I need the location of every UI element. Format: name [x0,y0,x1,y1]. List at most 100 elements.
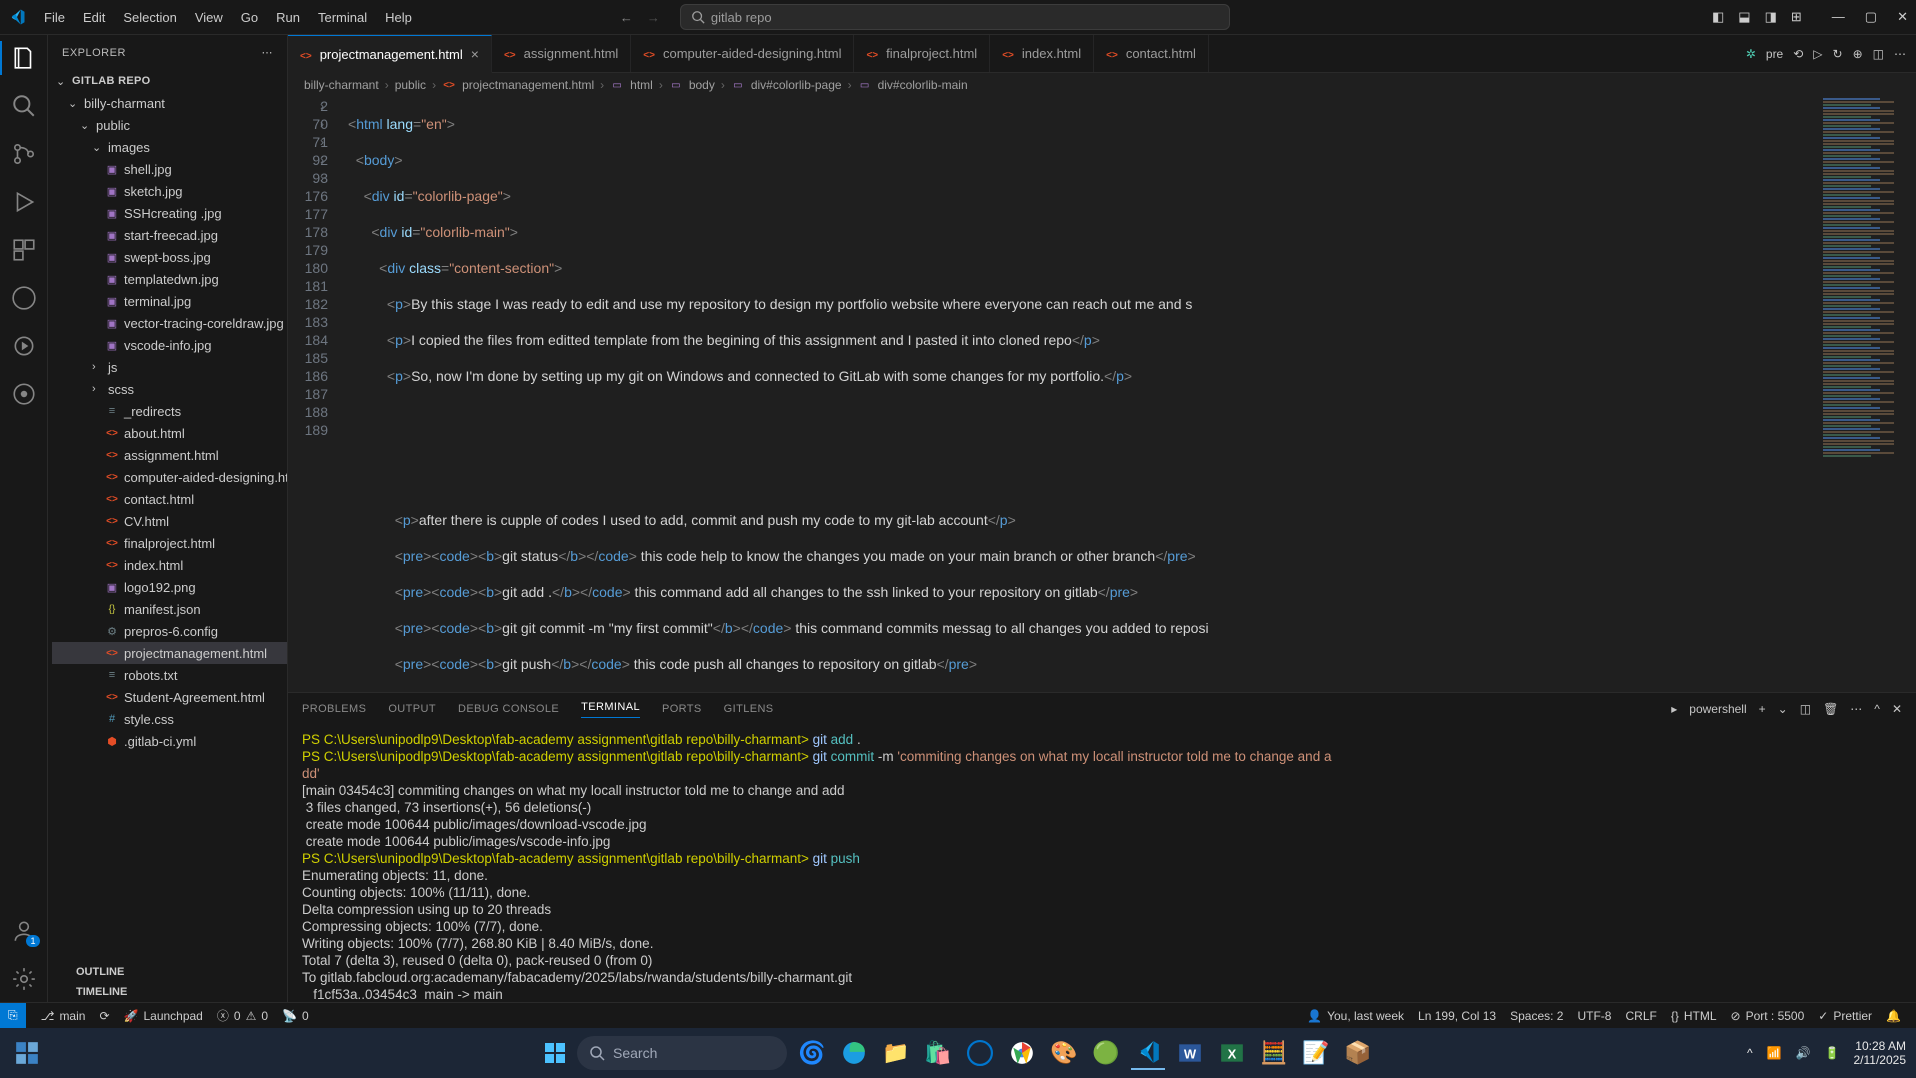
run-label[interactable]: pre [1766,47,1783,61]
code-editor[interactable]: 2 70 71 92 93 176 177 178 179 180 181 18… [288,97,1916,692]
tree-file-.gitlab-ci.yml[interactable]: .gitlab-ci.yml [52,730,287,752]
layout-sidebar-left-icon[interactable]: ◧ [1712,9,1724,25]
file-explorer-icon[interactable]: 📁 [879,1036,913,1070]
customize-layout-icon[interactable]: ⊞ [1791,9,1802,25]
activity-explorer-icon[interactable] [11,45,37,71]
copilot-icon[interactable]: 🌀 [795,1036,829,1070]
breadcrumb-item[interactable]: body [689,78,715,92]
app-icon-4[interactable]: 📦 [1341,1036,1375,1070]
status-encoding[interactable]: UTF-8 [1570,1009,1618,1023]
menu-file[interactable]: File [36,6,73,29]
store-icon[interactable]: 🛍️ [921,1036,955,1070]
nav-forward-icon[interactable]: → [647,10,660,25]
chrome-icon[interactable] [1005,1036,1039,1070]
breadcrumb-item[interactable]: public [395,78,426,92]
panel-terminal[interactable]: TERMINAL [581,701,640,718]
status-branch[interactable]: ⎇main [34,1009,93,1023]
run-current-icon[interactable]: ▷ [1813,47,1822,61]
breadcrumb-item[interactable]: div#colorlib-page [751,78,842,92]
tree-file-contact.html[interactable]: contact.html [52,488,287,510]
window-maximize-icon[interactable]: ▢ [1865,9,1877,25]
tree-file-projectmanagement.html[interactable]: projectmanagement.html [52,642,287,664]
terminal-more-icon[interactable]: ⋯ [1850,702,1862,716]
explorer-more-icon[interactable]: ⋯ [262,46,274,59]
dell-icon[interactable] [963,1036,997,1070]
tree-file-style.css[interactable]: style.css [52,708,287,730]
activity-live-server-icon[interactable] [11,333,37,359]
remote-indicator[interactable]: ⎘ [0,1003,26,1029]
panel-gitlens[interactable]: GITLENS [724,703,774,715]
excel-icon[interactable]: X [1215,1036,1249,1070]
tree-file-image[interactable]: templatedwn.jpg [52,268,287,290]
command-center-search[interactable]: gitlab repo [680,4,1230,30]
terminal-body[interactable]: PS C:\Users\unipodlp9\Desktop\fab-academ… [288,725,1916,1002]
breadcrumb-item[interactable]: billy-charmant [304,78,379,92]
panel-ports[interactable]: PORTS [662,703,702,715]
tree-file-prepros-6.config[interactable]: prepros-6.config [52,620,287,642]
editor-tab[interactable]: finalproject.html [854,35,990,72]
tray-chevron-icon[interactable]: ^ [1747,1046,1753,1060]
compare-icon[interactable]: ⟲ [1793,47,1803,61]
terminal-split-icon[interactable]: ◫ [1800,702,1811,716]
tree-file-image[interactable]: vector-tracing-coreldraw.jpg [52,312,287,334]
tray-clock[interactable]: 10:28 AM 2/11/2025 [1854,1039,1907,1067]
terminal-dropdown-icon[interactable]: ⌄ [1778,702,1788,716]
activity-accounts-icon[interactable]: 1 [11,918,37,944]
editor-tab[interactable]: assignment.html [492,35,631,72]
split-editor-icon[interactable]: ◫ [1873,47,1884,61]
activity-search-icon[interactable] [11,93,37,119]
tree-file-manifest.json[interactable]: manifest.json [52,598,287,620]
menu-help[interactable]: Help [377,6,420,29]
terminal-shell-icon[interactable]: ▸ [1671,702,1677,716]
status-blame[interactable]: 👤You, last week [1300,1009,1411,1023]
widgets-icon[interactable] [10,1036,44,1070]
terminal-shell-name[interactable]: powershell [1689,702,1746,716]
history-icon[interactable]: ↻ [1833,47,1843,61]
status-eol[interactable]: CRLF [1618,1009,1663,1023]
layout-sidebar-right-icon[interactable]: ◨ [1765,9,1777,25]
edge-icon[interactable] [837,1036,871,1070]
vscode-taskbar-icon[interactable] [1131,1036,1165,1070]
tree-file-redirects[interactable]: _redirects [52,400,287,422]
tray-wifi-icon[interactable]: 📶 [1767,1046,1782,1060]
menu-go[interactable]: Go [233,6,266,29]
status-problems[interactable]: ⓧ0 ⚠0 [210,1007,275,1024]
status-port-forward[interactable]: 📡0 [275,1009,316,1023]
terminal-close-icon[interactable]: ✕ [1892,702,1902,716]
panel-debug-console[interactable]: DEBUG CONSOLE [458,703,559,715]
tree-folder-scss[interactable]: scss [52,378,287,400]
more-tab-actions-icon[interactable]: ⋯ [1894,47,1906,61]
status-launchpad[interactable]: 🚀Launchpad [117,1009,210,1023]
tree-file-about.html[interactable]: about.html [52,422,287,444]
tray-battery-icon[interactable]: 🔋 [1825,1046,1840,1060]
tree-file-image[interactable]: swept-boss.jpg [52,246,287,268]
terminal-new-icon[interactable]: + [1759,702,1766,716]
editor-tab[interactable]: contact.html [1094,35,1209,72]
tree-file-assignment.html[interactable]: assignment.html [52,444,287,466]
status-spaces[interactable]: Spaces: 2 [1503,1009,1570,1023]
layout-panel-icon[interactable]: ⬓ [1738,9,1750,25]
tree-folder-js[interactable]: js [52,356,287,378]
panel-output[interactable]: OUTPUT [388,703,436,715]
start-button[interactable] [541,1039,569,1067]
tree-folder-public[interactable]: public [52,114,287,136]
notepad-icon[interactable]: 📝 [1299,1036,1333,1070]
editor-tab[interactable]: computer-aided-designing.html [631,35,854,72]
activity-gitlens-icon[interactable] [11,381,37,407]
tree-file-finalproject.html[interactable]: finalproject.html [52,532,287,554]
tree-file-index.html[interactable]: index.html [52,554,287,576]
tree-folder-billy[interactable]: billy-charmant [52,92,287,114]
word-icon[interactable]: W [1173,1036,1207,1070]
menu-run[interactable]: Run [268,6,308,29]
run-prepros-icon[interactable]: ✲ [1746,47,1756,61]
breadcrumb-item[interactable]: html [630,78,653,92]
tree-file-computer-aided-designing.html[interactable]: computer-aided-designing.html [52,466,287,488]
menu-terminal[interactable]: Terminal [310,6,375,29]
status-port[interactable]: ⊘Port : 5500 [1724,1009,1812,1023]
tree-file-logo192.png[interactable]: logo192.png [52,576,287,598]
status-cursor-pos[interactable]: Ln 199, Col 13 [1411,1009,1503,1023]
menu-edit[interactable]: Edit [75,6,113,29]
code-content[interactable]: <html lang="en"> <body> <div id="colorli… [348,97,1821,692]
panel-problems[interactable]: PROBLEMS [302,703,366,715]
section-timeline[interactable]: TIMELINE [48,982,287,1002]
